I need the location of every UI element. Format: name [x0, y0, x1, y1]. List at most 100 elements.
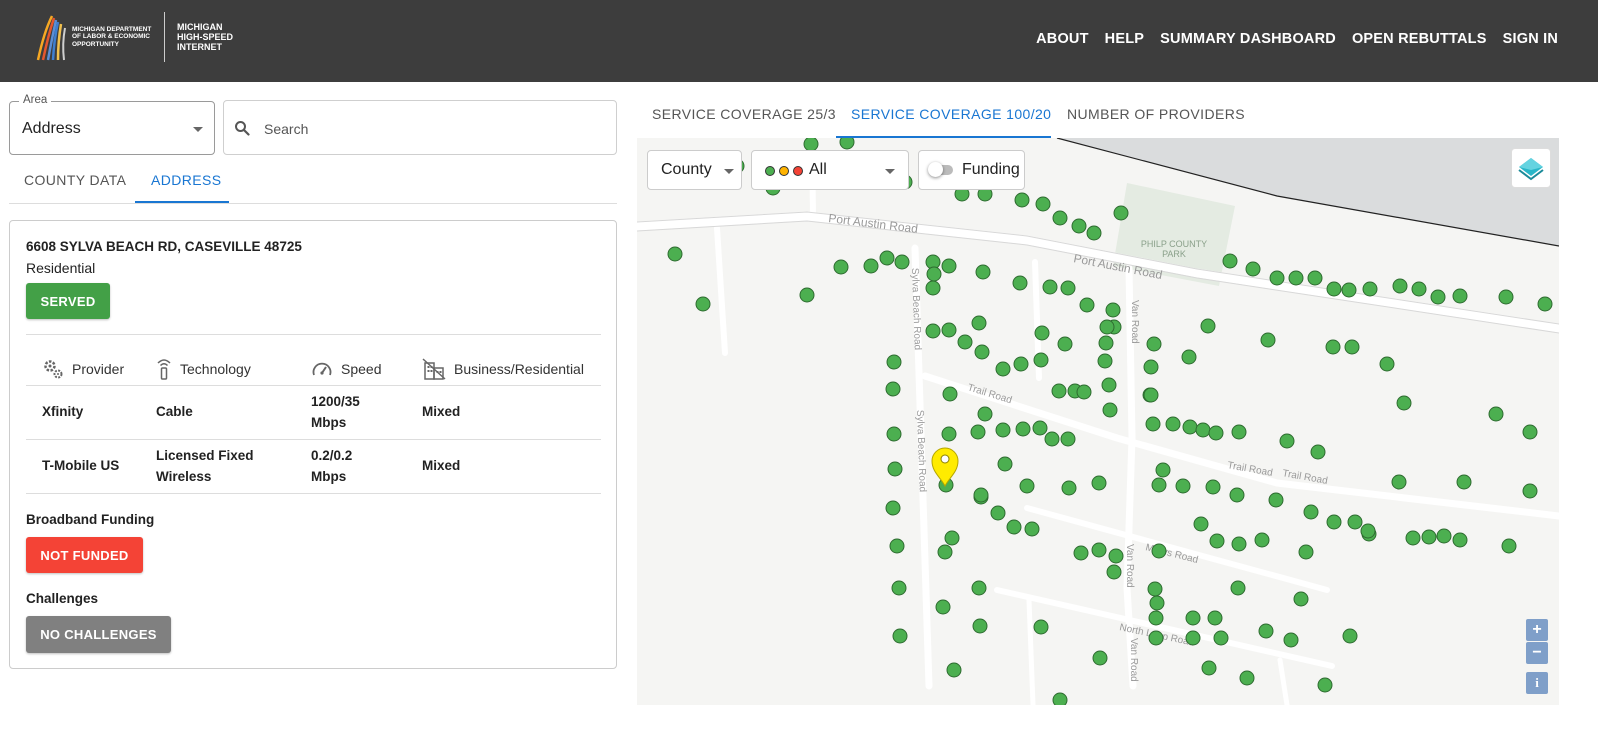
- served-location-dot[interactable]: [1086, 225, 1102, 241]
- served-location-dot[interactable]: [997, 456, 1013, 472]
- served-location-dot[interactable]: [1452, 288, 1468, 304]
- served-location-dot[interactable]: [1057, 336, 1073, 352]
- served-location-dot[interactable]: [1360, 523, 1376, 539]
- not-funded-badge[interactable]: NOT FUNDED: [26, 537, 143, 573]
- nav-open-rebuttals-link[interactable]: OPEN REBUTTALS: [1352, 31, 1487, 47]
- served-location-dot[interactable]: [972, 618, 988, 634]
- served-location-dot[interactable]: [1012, 275, 1028, 291]
- served-location-dot[interactable]: [957, 334, 973, 350]
- area-select[interactable]: Area Address: [9, 94, 215, 155]
- served-location-dot[interactable]: [1230, 580, 1246, 596]
- served-location-dot[interactable]: [1006, 519, 1022, 535]
- leo-logo[interactable]: MICHIGAN DEPARTMENT OF LABOR & ECONOMIC …: [34, 12, 233, 62]
- tab-number-of-providers[interactable]: NUMBER OF PROVIDERS: [1067, 106, 1245, 122]
- served-location-dot[interactable]: [1175, 478, 1191, 494]
- served-location-dot[interactable]: [894, 254, 910, 270]
- served-location-dot[interactable]: [1537, 296, 1553, 312]
- served-location-dot[interactable]: [1101, 377, 1117, 393]
- served-location-dot[interactable]: [1032, 420, 1048, 436]
- served-location-dot[interactable]: [887, 461, 903, 477]
- zoom-out-button[interactable]: −: [1526, 642, 1548, 664]
- served-location-dot[interactable]: [1293, 591, 1309, 607]
- served-location-dot[interactable]: [971, 580, 987, 596]
- county-select[interactable]: County: [647, 150, 742, 190]
- served-location-dot[interactable]: [1298, 544, 1314, 560]
- served-location-dot[interactable]: [839, 138, 855, 150]
- served-location-dot[interactable]: [1222, 253, 1238, 269]
- served-location-dot[interactable]: [833, 259, 849, 275]
- served-location-dot[interactable]: [1283, 632, 1299, 648]
- served-location-dot[interactable]: [695, 296, 711, 312]
- served-location-dot[interactable]: [1213, 630, 1229, 646]
- served-location-dot[interactable]: [1143, 359, 1159, 375]
- served-status-badge[interactable]: SERVED: [26, 283, 110, 319]
- served-location-dot[interactable]: [1522, 483, 1538, 499]
- served-location-dot[interactable]: [1268, 492, 1284, 508]
- tab-address[interactable]: ADDRESS: [151, 172, 221, 188]
- served-location-dot[interactable]: [1061, 480, 1077, 496]
- tab-service-coverage-100-20[interactable]: SERVICE COVERAGE 100/20: [851, 106, 1051, 122]
- served-location-dot[interactable]: [941, 258, 957, 274]
- served-location-dot[interactable]: [892, 628, 908, 644]
- served-location-dot[interactable]: [1149, 595, 1165, 611]
- served-location-dot[interactable]: [1326, 514, 1342, 530]
- served-location-dot[interactable]: [1079, 297, 1095, 313]
- served-location-dot[interactable]: [1231, 536, 1247, 552]
- served-location-dot[interactable]: [1165, 416, 1181, 432]
- nav-help-link[interactable]: HELP: [1105, 31, 1144, 47]
- served-location-dot[interactable]: [1035, 196, 1051, 212]
- served-location-dot[interactable]: [1034, 325, 1050, 341]
- served-location-dot[interactable]: [1181, 349, 1197, 365]
- served-location-dot[interactable]: [1231, 424, 1247, 440]
- served-location-dot[interactable]: [885, 500, 901, 516]
- location-pin-icon[interactable]: [931, 447, 959, 488]
- served-location-dot[interactable]: [1076, 384, 1092, 400]
- served-location-dot[interactable]: [1254, 532, 1270, 548]
- served-location-dot[interactable]: [1229, 487, 1245, 503]
- served-location-dot[interactable]: [944, 530, 960, 546]
- served-location-dot[interactable]: [973, 487, 989, 503]
- served-location-dot[interactable]: [1091, 475, 1107, 491]
- served-location-dot[interactable]: [1501, 538, 1517, 554]
- served-location-dot[interactable]: [1185, 610, 1201, 626]
- served-location-dot[interactable]: [990, 505, 1006, 521]
- served-location-dot[interactable]: [1325, 339, 1341, 355]
- served-location-dot[interactable]: [977, 406, 993, 422]
- served-location-dot[interactable]: [1396, 395, 1412, 411]
- served-location-dot[interactable]: [946, 662, 962, 678]
- no-challenges-badge[interactable]: NO CHALLENGES: [26, 616, 171, 653]
- served-location-dot[interactable]: [925, 323, 941, 339]
- served-location-dot[interactable]: [667, 246, 683, 262]
- served-location-dot[interactable]: [1102, 402, 1118, 418]
- served-location-dot[interactable]: [886, 426, 902, 442]
- served-location-dot[interactable]: [1044, 431, 1060, 447]
- served-location-dot[interactable]: [1151, 543, 1167, 559]
- served-location-dot[interactable]: [1379, 356, 1395, 372]
- served-location-dot[interactable]: [891, 580, 907, 596]
- served-location-dot[interactable]: [1108, 548, 1124, 564]
- served-location-dot[interactable]: [1146, 336, 1162, 352]
- search-box[interactable]: [223, 100, 617, 155]
- search-input[interactable]: [262, 115, 606, 143]
- funding-toggle[interactable]: Funding: [918, 150, 1025, 190]
- served-location-dot[interactable]: [942, 386, 958, 402]
- served-location-dot[interactable]: [1042, 279, 1058, 295]
- served-location-dot[interactable]: [925, 280, 941, 296]
- served-location-dot[interactable]: [941, 426, 957, 442]
- served-location-dot[interactable]: [995, 422, 1011, 438]
- served-location-dot[interactable]: [995, 361, 1011, 377]
- served-location-dot[interactable]: [1392, 278, 1408, 294]
- nav-about-link[interactable]: ABOUT: [1036, 31, 1089, 47]
- served-location-dot[interactable]: [1310, 444, 1326, 460]
- served-location-dot[interactable]: [1279, 433, 1295, 449]
- served-location-dot[interactable]: [1105, 302, 1121, 318]
- served-location-dot[interactable]: [1498, 289, 1514, 305]
- served-location-dot[interactable]: [889, 538, 905, 554]
- served-location-dot[interactable]: [1193, 516, 1209, 532]
- served-location-dot[interactable]: [971, 315, 987, 331]
- served-location-dot[interactable]: [975, 264, 991, 280]
- served-location-dot[interactable]: [863, 258, 879, 274]
- served-location-dot[interactable]: [1099, 319, 1115, 335]
- map-canvas[interactable]: Port Austin Road Port Austin Road Sylva …: [637, 138, 1559, 705]
- served-location-dot[interactable]: [1145, 416, 1161, 432]
